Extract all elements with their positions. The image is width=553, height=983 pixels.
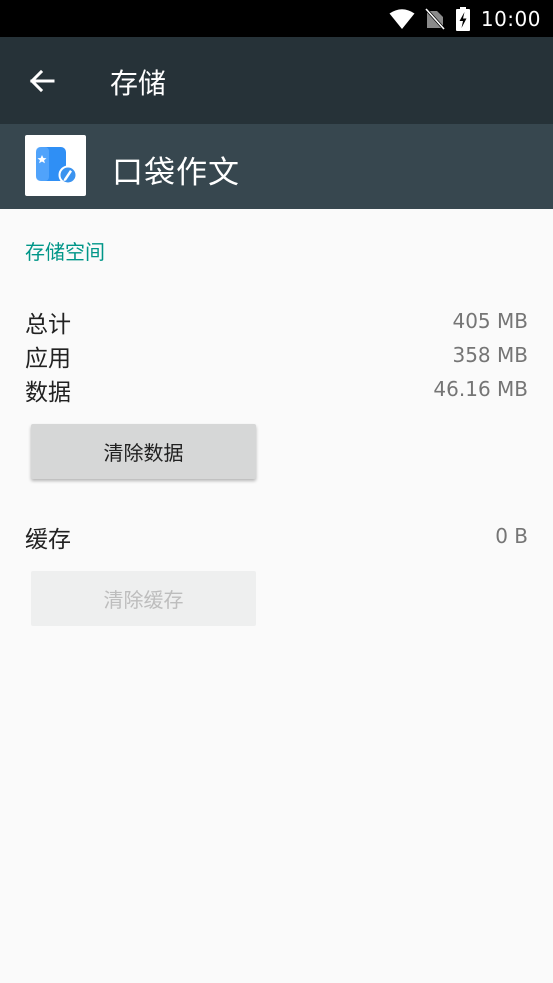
cache-value: 0 B (495, 524, 528, 548)
status-bar: 10:00 (0, 0, 553, 37)
app-bar: 存储 (0, 37, 553, 124)
section-title-storage: 存储空间 (25, 240, 105, 264)
app-header: 口袋作文 (0, 124, 553, 209)
data-size-label: 数据 (25, 380, 71, 406)
data-size-value: 46.16 MB (433, 377, 528, 401)
status-icons: 10:00 (389, 0, 541, 37)
app-size-value: 358 MB (452, 343, 528, 367)
cache-label: 缓存 (25, 527, 71, 553)
clear-data-button[interactable]: 清除数据 (31, 424, 256, 479)
page-title: 存储 (110, 67, 167, 100)
status-time: 10:00 (480, 6, 541, 31)
no-sim-icon (424, 7, 445, 30)
back-button[interactable] (18, 59, 66, 103)
total-value: 405 MB (452, 309, 528, 333)
arrow-back-icon (29, 69, 55, 93)
total-label: 总计 (25, 312, 71, 338)
clear-cache-button: 清除缓存 (31, 571, 256, 626)
wifi-icon (389, 8, 415, 29)
app-logo-icon (36, 147, 78, 185)
app-size-label: 应用 (25, 346, 71, 372)
battery-charging-icon (455, 6, 470, 31)
app-name: 口袋作文 (112, 155, 240, 191)
app-icon (25, 135, 86, 196)
